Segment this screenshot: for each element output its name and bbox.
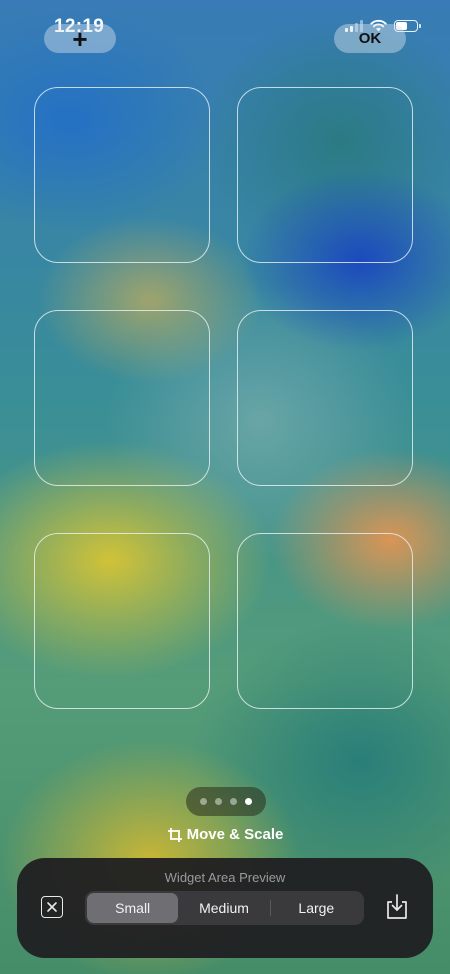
- close-button[interactable]: [41, 896, 63, 918]
- size-segmented-control: Small Medium Large: [85, 891, 364, 925]
- page-dot-active: [245, 798, 252, 805]
- page-dot: [215, 798, 222, 805]
- ok-button[interactable]: OK: [334, 24, 406, 53]
- download-icon[interactable]: [385, 894, 409, 920]
- close-icon: [47, 902, 57, 912]
- page-indicator[interactable]: [186, 787, 266, 816]
- widget-slot[interactable]: [34, 533, 210, 709]
- widget-area-preview-sheet: Widget Area Preview Small Medium Large: [17, 858, 433, 958]
- widget-slot[interactable]: [34, 310, 210, 486]
- page-dot: [230, 798, 237, 805]
- size-option-large[interactable]: Large: [271, 893, 362, 923]
- size-option-small[interactable]: Small: [87, 893, 179, 923]
- crop-icon: [167, 827, 182, 842]
- widget-slot[interactable]: [237, 533, 413, 709]
- sheet-title: Widget Area Preview: [164, 870, 286, 885]
- add-widget-button[interactable]: +: [44, 24, 116, 53]
- widget-slot[interactable]: [237, 87, 413, 263]
- widget-slot[interactable]: [34, 87, 210, 263]
- page-dot: [200, 798, 207, 805]
- size-option-medium[interactable]: Medium: [178, 893, 269, 923]
- widget-slot[interactable]: [237, 310, 413, 486]
- move-scale-button[interactable]: Move & Scale: [0, 826, 450, 843]
- move-scale-label: Move & Scale: [186, 826, 284, 843]
